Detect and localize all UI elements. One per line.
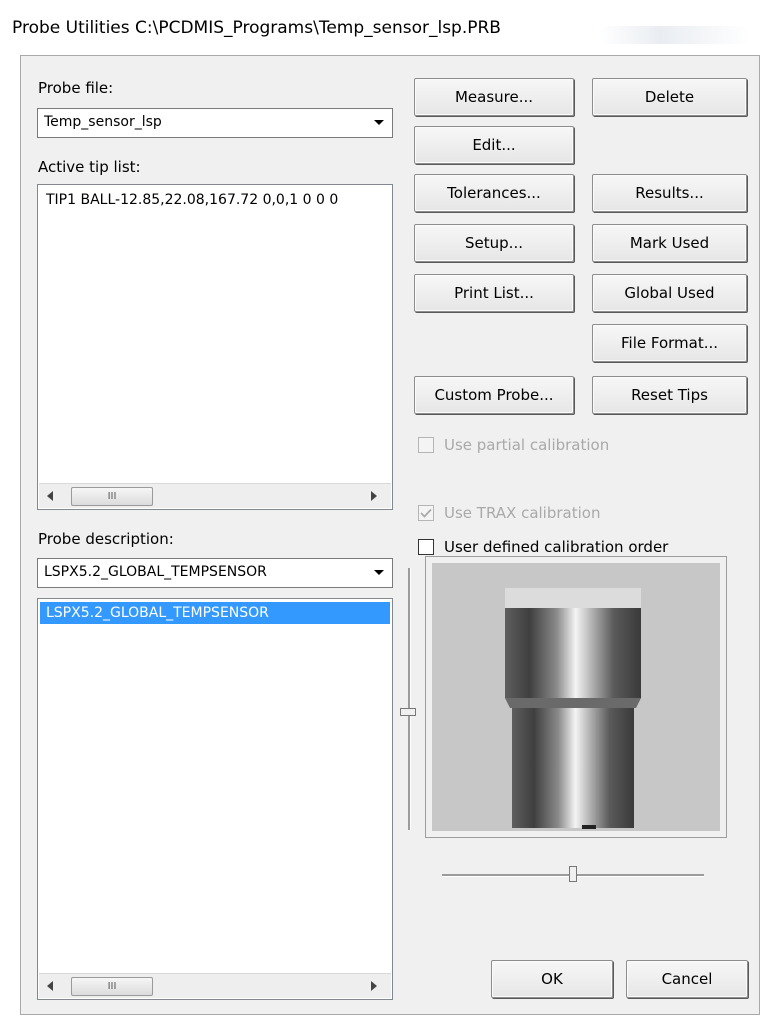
use-partial-calibration-label: Use partial calibration <box>444 436 610 454</box>
mark-used-button[interactable]: Mark Used <box>592 224 747 262</box>
scroll-thumb[interactable]: III <box>71 977 153 996</box>
probe-preview-canvas <box>432 563 720 831</box>
probe-description-value: LSPX5.2_GLOBAL_TEMPSENSOR <box>44 564 267 580</box>
scroll-left-icon[interactable] <box>47 981 53 991</box>
cancel-button[interactable]: Cancel <box>626 960 748 998</box>
probe-file-value: Temp_sensor_lsp <box>44 114 162 130</box>
use-trax-calibration-option[interactable]: Use TRAX calibration <box>418 504 600 522</box>
use-trax-calibration-label: Use TRAX calibration <box>444 504 601 522</box>
results-button[interactable]: Results... <box>592 174 747 212</box>
reset-tips-button[interactable]: Reset Tips <box>592 376 747 414</box>
chevron-down-icon[interactable] <box>370 113 388 133</box>
delete-button[interactable]: Delete <box>592 78 747 116</box>
scroll-thumb[interactable]: III <box>71 487 153 506</box>
print-list-button[interactable]: Print List... <box>414 274 574 312</box>
probe-file-label: Probe file: <box>38 79 114 97</box>
horizontal-rotate-slider-thumb[interactable] <box>569 866 577 882</box>
checkbox-checked[interactable] <box>418 505 434 521</box>
checkbox[interactable] <box>418 437 434 453</box>
probe-description-combo[interactable]: LSPX5.2_GLOBAL_TEMPSENSOR <box>37 558 393 588</box>
measure-button[interactable]: Measure... <box>414 78 574 116</box>
active-tip-list-label: Active tip list: <box>38 158 141 176</box>
probe-file-combo[interactable]: Temp_sensor_lsp <box>37 108 393 138</box>
use-partial-calibration-option[interactable]: Use partial calibration <box>418 436 609 454</box>
scroll-right-icon[interactable] <box>371 981 377 991</box>
user-defined-calibration-order-label: User defined calibration order <box>444 538 669 556</box>
ok-button[interactable]: OK <box>491 960 613 998</box>
tip-list-scrollbar[interactable]: III <box>39 483 391 508</box>
description-list-scrollbar[interactable]: III <box>39 973 391 998</box>
edit-button[interactable]: Edit... <box>414 126 574 164</box>
probe-description-listbox[interactable]: LSPX5.2_GLOBAL_TEMPSENSOR III <box>37 598 393 1000</box>
window-title: Probe Utilities C:\PCDMIS_Programs\Temp_… <box>12 18 501 38</box>
checkbox[interactable] <box>418 539 434 555</box>
title-bar-fade <box>600 26 750 44</box>
global-used-button[interactable]: Global Used <box>592 274 747 312</box>
custom-probe-button[interactable]: Custom Probe... <box>414 376 574 414</box>
vertical-rotate-slider-track[interactable] <box>408 568 411 830</box>
tolerances-button[interactable]: Tolerances... <box>414 174 574 212</box>
chevron-down-icon[interactable] <box>370 563 388 583</box>
probe-description-label: Probe description: <box>38 530 174 548</box>
list-item[interactable]: TIP1 BALL-12.85,22.08,167.72 0,0,1 0 0 0 <box>40 189 390 211</box>
setup-button[interactable]: Setup... <box>414 224 574 262</box>
user-defined-calibration-order-option[interactable]: User defined calibration order <box>418 538 668 556</box>
title-bar: Probe Utilities C:\PCDMIS_Programs\Temp_… <box>0 0 765 55</box>
list-item-selected[interactable]: LSPX5.2_GLOBAL_TEMPSENSOR <box>40 602 390 624</box>
vertical-rotate-slider-thumb[interactable] <box>400 708 416 716</box>
scroll-right-icon[interactable] <box>371 491 377 501</box>
scroll-left-icon[interactable] <box>47 491 53 501</box>
active-tip-listbox[interactable]: TIP1 BALL-12.85,22.08,167.72 0,0,1 0 0 0… <box>37 184 393 510</box>
probe-preview-panel <box>425 556 727 838</box>
file-format-button[interactable]: File Format... <box>592 324 747 362</box>
probe-3d-icon <box>505 588 641 829</box>
